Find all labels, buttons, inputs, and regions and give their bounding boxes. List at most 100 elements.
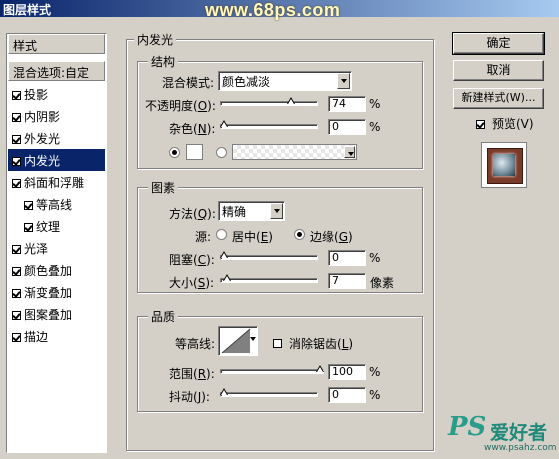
preview-inner [493,154,515,176]
source-label: 源: [195,230,212,244]
size-slider-thumb[interactable] [222,274,231,284]
jitter-slider-thumb[interactable] [220,388,228,398]
jitter-unit: % [369,388,381,402]
noise-slider-track[interactable] [220,124,318,129]
range-input[interactable]: 100 [328,364,366,380]
style-item[interactable]: 内发光 [8,149,105,171]
style-item[interactable]: 颜色叠加 [8,259,105,281]
noise-slider-thumb[interactable] [220,120,228,130]
style-item[interactable]: 投影 [8,83,105,105]
blend-mode-value: 颜色减淡 [222,75,271,89]
checkbox-icon[interactable] [12,311,21,320]
title-bar: 图层样式 www.68ps.com [0,0,559,20]
range-unit: % [369,365,381,379]
style-item-label: 内阴影 [24,110,61,124]
style-item[interactable]: 光泽 [8,237,105,259]
style-item[interactable]: 图案叠加 [8,303,105,325]
checkbox-icon[interactable] [12,179,21,188]
style-item-label: 图案叠加 [24,308,73,322]
logo-text: 爱好者 [490,422,548,444]
style-item-label: 外发光 [24,132,61,146]
style-item-label: 描边 [24,330,49,344]
method-select[interactable]: 精确 [218,201,285,221]
styles-list: 样式 混合选项:自定 投影内阴影外发光内发光斜面和浮雕等高线 纹理光泽颜色叠加渐变… [6,33,107,453]
size-unit: 像素 [370,276,395,290]
opacity-input[interactable]: 74 [328,96,366,112]
style-item-label: 颜色叠加 [24,264,73,278]
choke-unit: % [369,251,381,265]
watermark-text: www.68ps.com [205,0,341,20]
chevron-down-icon[interactable] [270,203,283,219]
method-label: 方法(Q): [169,207,216,221]
checkbox-icon[interactable] [12,135,21,144]
preview-checkbox[interactable] [476,117,488,131]
size-slider-track[interactable] [220,278,318,283]
cancel-button[interactable]: 取消 [453,60,544,81]
jitter-input[interactable]: 0 [328,387,366,403]
noise-label: 杂色(N): [169,122,216,136]
structure-title: 结构 [148,53,179,70]
glow-color-swatch[interactable] [186,144,203,160]
elements-title: 图素 [148,179,179,196]
source-center-label: 居中(E) [232,230,273,244]
range-slider-thumb[interactable] [316,365,324,375]
chevron-down-icon[interactable] [250,337,256,344]
antialias-label: 消除锯齿(L) [289,337,354,351]
style-item[interactable]: 外发光 [8,127,105,149]
size-label: 大小(S): [169,276,215,290]
choke-slider-thumb[interactable] [220,251,228,261]
site-logo: PS 爱好者 www.psahz.com [448,412,557,456]
opacity-label: 不透明度(O): [145,99,216,113]
checkbox-icon[interactable] [12,289,21,298]
blend-mode-select[interactable]: 颜色减淡 [218,71,352,91]
style-item[interactable]: 等高线 [8,193,105,215]
style-item-label: 光泽 [24,242,49,256]
style-item[interactable]: 渐变叠加 [8,281,105,303]
checkbox-icon[interactable] [12,157,21,166]
style-item[interactable]: 内阴影 [8,105,105,127]
chevron-down-icon[interactable] [344,146,355,158]
choke-label: 阻塞(C): [169,253,215,267]
source-edge-label: 边缘(G) [310,230,353,244]
contour-picker[interactable] [218,326,258,356]
checkbox-icon[interactable] [12,245,21,254]
source-edge-radio[interactable] [294,229,305,240]
blend-mode-label: 混合模式: [162,76,215,90]
checkbox-icon[interactable] [12,113,21,122]
choke-slider-track[interactable] [220,255,318,260]
opacity-slider-track[interactable] [220,101,318,106]
checkbox-icon[interactable] [24,201,33,210]
gradient-radio[interactable] [216,147,227,158]
ok-button[interactable]: 确定 [452,32,545,55]
new-style-button[interactable]: 新建样式(W)... [453,88,544,109]
preview-frame [487,148,523,184]
choke-input[interactable]: 0 [328,250,366,266]
antialias-checkbox[interactable] [273,336,285,350]
checkbox-icon[interactable] [24,223,33,232]
checkbox-icon[interactable] [12,91,21,100]
jitter-slider-track[interactable] [220,392,318,397]
opacity-unit: % [369,97,381,111]
chevron-down-icon[interactable] [337,73,350,89]
checkbox-icon[interactable] [12,267,21,276]
noise-input[interactable]: 0 [328,119,366,135]
range-slider-track[interactable] [220,369,324,374]
jitter-label: 抖动(J): [169,390,210,404]
solid-color-radio[interactable] [169,147,180,158]
checkbox-icon [273,339,282,348]
style-preview-thumbnail [481,142,527,188]
source-center-radio[interactable] [216,229,227,240]
style-item[interactable]: 纹理 [8,215,105,237]
checkbox-icon[interactable] [12,333,21,342]
size-input[interactable]: 7 [328,273,366,289]
contour-label: 等高线: [175,337,216,351]
contour-preview-icon [221,328,251,354]
style-item[interactable]: 斜面和浮雕 [8,171,105,193]
blend-options-item[interactable]: 混合选项:自定 [8,61,105,81]
styles-header[interactable]: 样式 [8,34,105,54]
style-item-label: 投影 [24,88,49,102]
gradient-picker[interactable] [232,144,357,160]
style-item-label: 斜面和浮雕 [24,176,85,190]
style-item[interactable]: 描边 [8,325,105,347]
opacity-slider-thumb[interactable] [286,97,295,107]
